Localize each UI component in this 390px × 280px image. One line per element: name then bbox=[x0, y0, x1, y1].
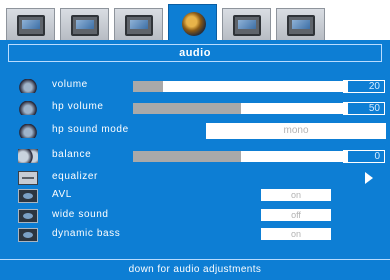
dynamic-bass-value[interactable]: on bbox=[261, 228, 331, 240]
menu-item-volume[interactable]: volume 20 bbox=[18, 77, 385, 95]
menu-item-label: volume bbox=[52, 79, 88, 90]
avl-value[interactable]: on bbox=[261, 189, 331, 201]
hp-volume-value: 50 bbox=[343, 102, 385, 115]
menu-item-label: balance bbox=[52, 149, 92, 160]
slider-fill bbox=[133, 103, 241, 114]
menu-item-dynamic-bass[interactable]: dynamic bass on bbox=[18, 226, 378, 244]
equalizer-icon bbox=[18, 171, 38, 185]
balance-slider[interactable] bbox=[133, 151, 348, 162]
menu-item-label: dynamic bass bbox=[52, 228, 121, 239]
tab-tv[interactable] bbox=[60, 8, 109, 40]
balance-icon bbox=[18, 149, 38, 163]
menu-item-label: hp volume bbox=[52, 101, 104, 112]
menu-tab-bar bbox=[0, 0, 390, 42]
volume-slider[interactable] bbox=[133, 81, 348, 92]
menu-item-hp-volume[interactable]: hp volume 50 bbox=[18, 99, 385, 117]
menu-item-label: wide sound bbox=[52, 209, 109, 220]
tab-audio[interactable] bbox=[168, 4, 217, 42]
tv-settings-icon bbox=[125, 15, 153, 36]
wide-sound-value[interactable]: off bbox=[261, 209, 331, 221]
tv-picture-icon bbox=[17, 15, 45, 36]
volume-value: 20 bbox=[343, 80, 385, 93]
hp-sound-mode-value[interactable]: mono bbox=[206, 123, 386, 139]
tv-icon bbox=[71, 15, 99, 36]
tab-features[interactable] bbox=[222, 8, 271, 40]
panel-title: audio bbox=[8, 44, 382, 62]
chevron-right-icon[interactable] bbox=[365, 172, 373, 184]
menu-item-hp-sound-mode[interactable]: hp sound mode mono bbox=[18, 122, 386, 140]
headphone-speaker-icon bbox=[18, 101, 38, 115]
speaker-icon bbox=[18, 79, 38, 93]
slider-fill bbox=[133, 81, 164, 92]
balance-value: 0 bbox=[343, 150, 385, 163]
menu-item-label: AVL bbox=[52, 189, 72, 200]
slider-fill bbox=[133, 151, 241, 162]
wide-sound-icon bbox=[18, 209, 38, 223]
menu-item-equalizer[interactable]: equalizer bbox=[18, 169, 378, 187]
footer-hint: down for audio adjustments bbox=[0, 259, 390, 280]
hp-volume-slider[interactable] bbox=[133, 103, 348, 114]
menu-item-wide-sound[interactable]: wide sound off bbox=[18, 207, 378, 225]
menu-item-label: equalizer bbox=[52, 171, 98, 182]
speaker-icon bbox=[18, 124, 38, 138]
menu-item-avl[interactable]: AVL on bbox=[18, 187, 378, 205]
tv-features-icon bbox=[233, 15, 261, 36]
menu-item-balance[interactable]: balance 0 bbox=[18, 147, 385, 165]
tab-settings[interactable] bbox=[114, 8, 163, 40]
menu-item-label: hp sound mode bbox=[52, 124, 129, 135]
tab-picture[interactable] bbox=[6, 8, 55, 40]
dynamic-bass-icon bbox=[18, 228, 38, 242]
avl-icon bbox=[18, 189, 38, 203]
speaker-icon bbox=[182, 12, 206, 36]
tab-install[interactable] bbox=[276, 8, 325, 40]
tv-install-icon bbox=[287, 15, 315, 36]
